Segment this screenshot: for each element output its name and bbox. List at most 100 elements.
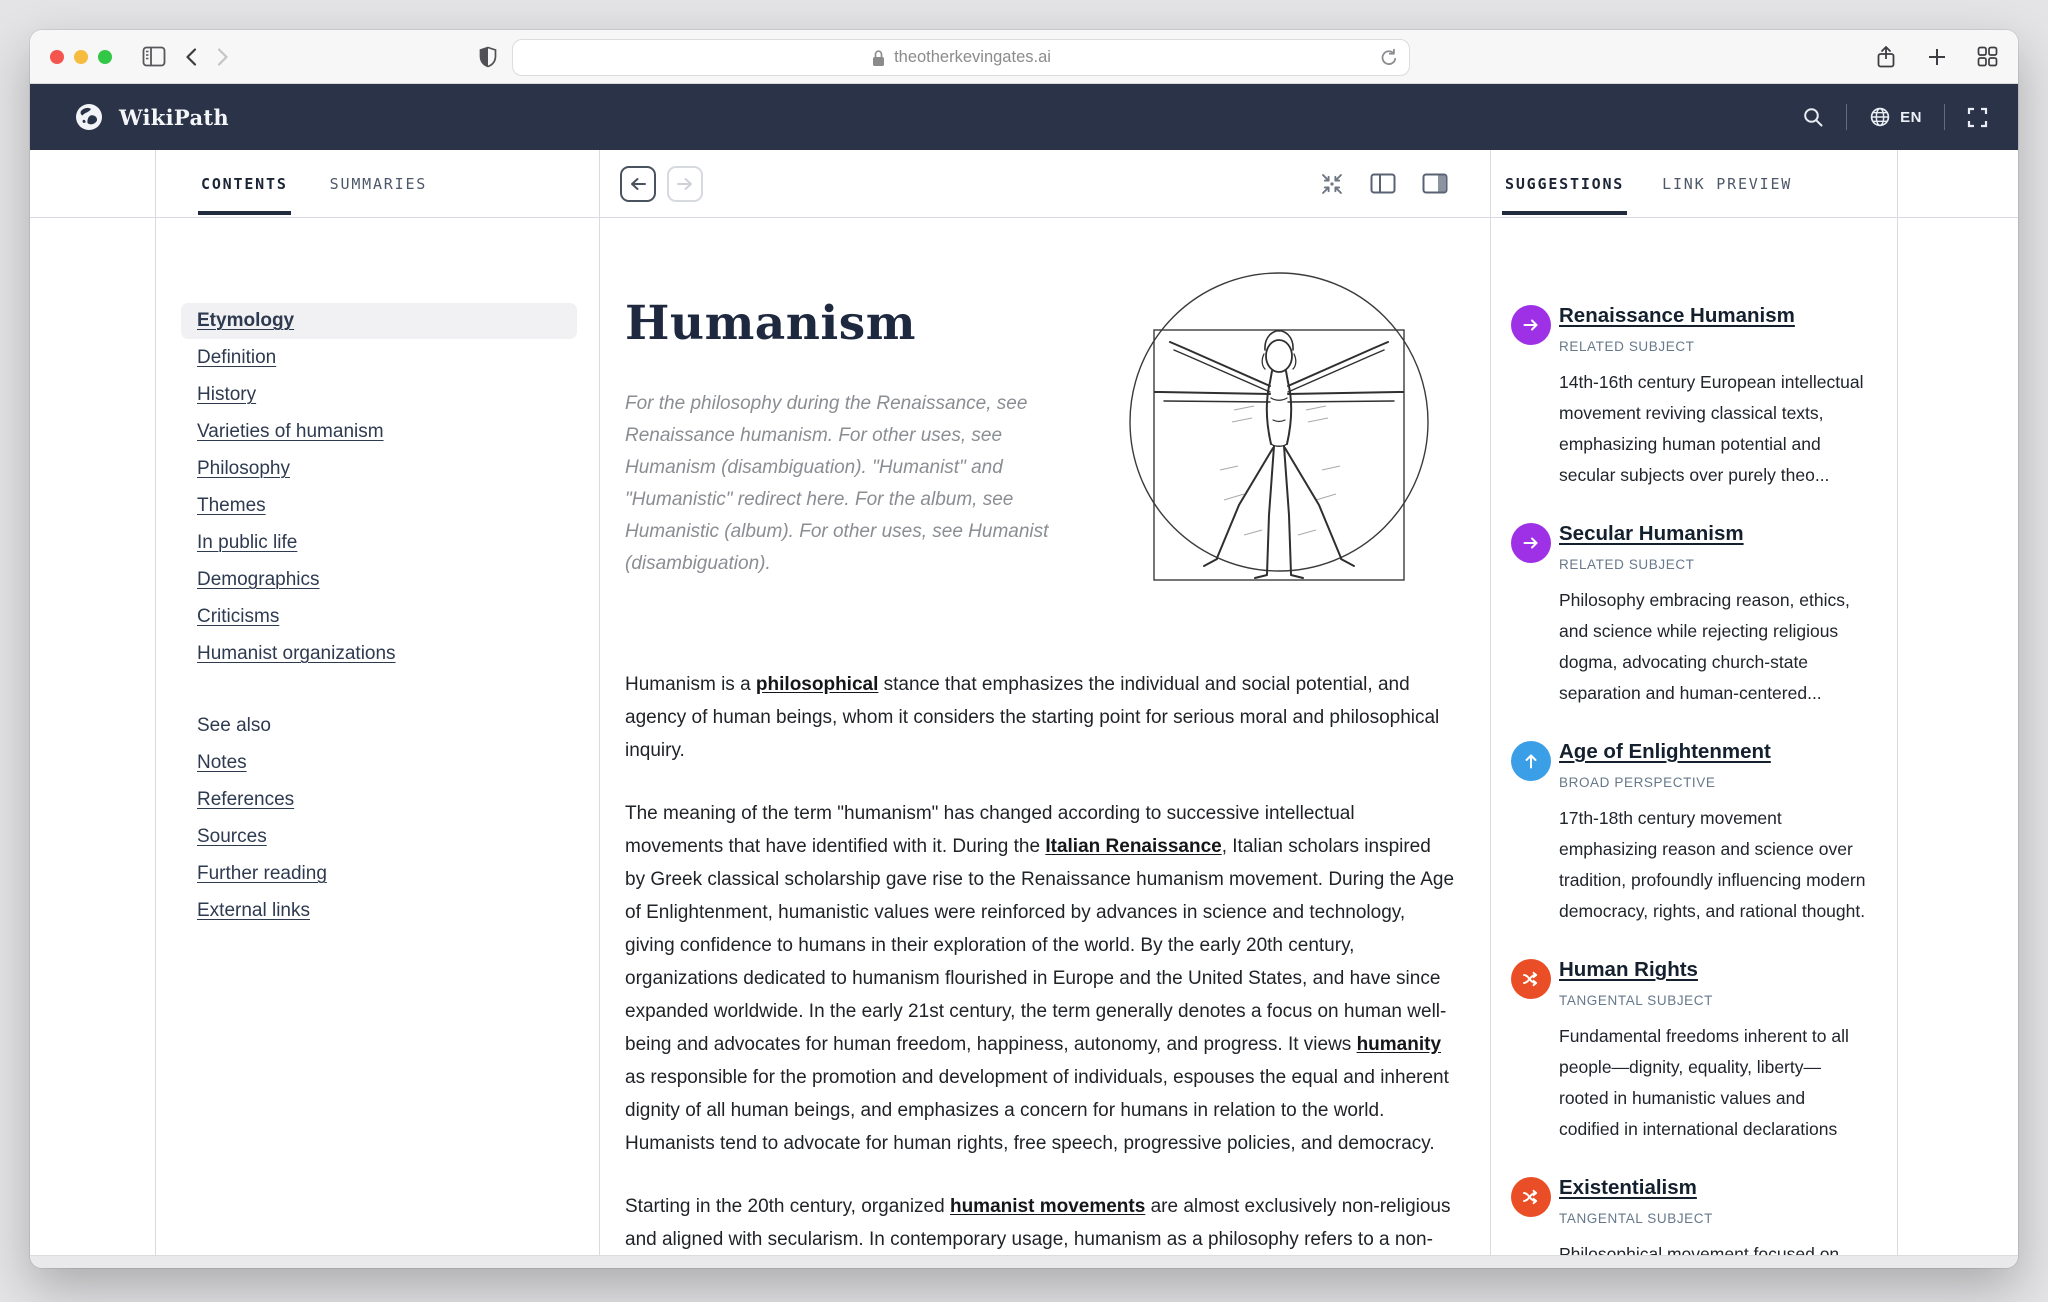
suggestion-title[interactable]: Renaissance Humanism — [1559, 304, 1795, 328]
suggestion-description: 14th-16th century European intellectual … — [1559, 367, 1867, 491]
forward-button[interactable] — [667, 166, 703, 202]
chevron-forward-icon[interactable] — [216, 47, 230, 67]
link-humanity[interactable]: humanity — [1357, 1034, 1441, 1055]
app-brand[interactable]: WikiPath — [74, 102, 229, 132]
panel-left-icon[interactable] — [1370, 173, 1396, 194]
url-bar[interactable]: theotherkevingates.ai — [512, 39, 1410, 76]
search-icon[interactable] — [1802, 106, 1824, 128]
language-code: EN — [1900, 109, 1922, 126]
zoom-window-button[interactable] — [98, 50, 112, 64]
traffic-lights — [50, 50, 112, 64]
suggestion-description: Philosophical movement focused on — [1559, 1239, 1867, 1255]
shield-icon[interactable] — [478, 46, 498, 68]
toc-item-in-public-life[interactable]: In public life — [181, 525, 577, 561]
reload-icon[interactable] — [1378, 47, 1400, 69]
toc-item-definition[interactable]: Definition — [181, 340, 577, 376]
app-header: WikiPath EN — [30, 84, 2018, 150]
arrow-up-icon — [1511, 741, 1551, 781]
suggestion-title[interactable]: Existentialism — [1559, 1176, 1697, 1200]
language-globe-icon — [1869, 106, 1891, 128]
paragraph-1: Humanism is a philosophical stance that … — [625, 668, 1454, 767]
tab-contents[interactable]: CONTENTS — [201, 150, 288, 217]
suggestion-label: TANGENTAL SUBJECT — [1559, 993, 1867, 1008]
toc-item-external-links[interactable]: External links — [181, 893, 577, 929]
toc-item-philosophy[interactable]: Philosophy — [181, 451, 577, 487]
toc-item-varieties[interactable]: Varieties of humanism — [181, 414, 577, 450]
browser-window: theotherkevingates.ai WikiPath — [30, 30, 2018, 1268]
app-title: WikiPath — [119, 105, 229, 130]
link-humanist-movements[interactable]: humanist movements — [950, 1196, 1145, 1217]
suggestion-card: Human Rights TANGENTAL SUBJECT Fundament… — [1511, 958, 1867, 1145]
article-body: Humanism is a philosophical stance that … — [625, 668, 1454, 1255]
share-icon[interactable] — [1875, 45, 1897, 69]
suggestion-title[interactable]: Human Rights — [1559, 958, 1698, 982]
lock-icon — [871, 49, 886, 67]
toc-item-themes[interactable]: Themes — [181, 488, 577, 524]
suggestion-title[interactable]: Secular Humanism — [1559, 522, 1744, 546]
paragraph-text: as responsible for the promotion and dev… — [625, 1067, 1449, 1154]
paragraph-text: Starting in the 20th century, organized — [625, 1196, 950, 1217]
toc-item-history[interactable]: History — [181, 377, 577, 413]
hatnote: For the philosophy during the Renaissanc… — [625, 388, 1087, 580]
paragraph-3: Starting in the 20th century, organized … — [625, 1190, 1454, 1255]
link-philosophical[interactable]: philosophical — [756, 674, 878, 695]
sidebar-toggle-icon[interactable] — [142, 46, 166, 67]
suggestion-description: 17th-18th century movement emphasizing r… — [1559, 803, 1867, 927]
link-italian-renaissance[interactable]: Italian Renaissance — [1045, 836, 1221, 857]
minimize-window-button[interactable] — [74, 50, 88, 64]
toc-item-further-reading[interactable]: Further reading — [181, 856, 577, 892]
toc-item-sources[interactable]: Sources — [181, 819, 577, 855]
suggestion-title[interactable]: Age of Enlightenment — [1559, 740, 1771, 764]
arrow-right-icon — [1511, 523, 1551, 563]
new-tab-icon[interactable] — [1927, 47, 1947, 67]
main-toolbar — [600, 150, 1490, 218]
back-button[interactable] — [620, 166, 656, 202]
suggestion-label: BROAD PERSPECTIVE — [1559, 775, 1867, 790]
left-gutter-header — [30, 150, 155, 218]
globe-logo-icon — [74, 102, 104, 132]
header-divider — [1846, 104, 1847, 130]
paragraph-text: , Italian scholars inspired by Greek cla… — [625, 836, 1454, 1055]
suggestions-tabbar: SUGGESTIONS LINK PREVIEW — [1490, 150, 1898, 218]
suggestions-panel: Renaissance Humanism RELATED SUBJECT 14t… — [1490, 218, 1898, 1255]
right-gutter-header — [1898, 150, 2018, 218]
suggestion-description: Philosophy embracing reason, ethics, and… — [1559, 585, 1867, 709]
arrow-right-icon — [1511, 305, 1551, 345]
window-bottom-strip — [30, 1255, 2018, 1268]
tab-link-preview[interactable]: LINK PREVIEW — [1662, 150, 1792, 217]
toc-item-demographics[interactable]: Demographics — [181, 562, 577, 598]
url-text: theotherkevingates.ai — [894, 48, 1051, 67]
panel-right-icon[interactable] — [1422, 173, 1448, 194]
tab-overview-icon[interactable] — [1977, 46, 1998, 67]
tab-suggestions[interactable]: SUGGESTIONS — [1505, 150, 1624, 217]
tab-summaries[interactable]: SUMMARIES — [330, 150, 427, 217]
header-divider — [1944, 104, 1945, 130]
toc-item-notes[interactable]: Notes — [181, 745, 577, 781]
paragraph-text: Humanism is a — [625, 674, 756, 695]
article-panel: Humanism For the philosophy during the R… — [600, 218, 1490, 1255]
suggestion-card: Existentialism TANGENTAL SUBJECT Philoso… — [1511, 1176, 1867, 1255]
toc-item-criticisms[interactable]: Criticisms — [181, 599, 577, 635]
vitruvian-man-image — [1124, 270, 1434, 600]
suggestion-description: Fundamental freedoms inherent to all peo… — [1559, 1021, 1867, 1145]
suggestion-card: Renaissance Humanism RELATED SUBJECT 14t… — [1511, 304, 1867, 491]
language-selector[interactable]: EN — [1869, 106, 1922, 128]
close-window-button[interactable] — [50, 50, 64, 64]
app-body: CONTENTS SUMMARIES — [30, 150, 2018, 1255]
toc-item-etymology[interactable]: Etymology — [181, 303, 577, 339]
browser-chrome: theotherkevingates.ai — [30, 30, 2018, 84]
toc-item-references[interactable]: References — [181, 782, 577, 818]
paragraph-2: The meaning of the term "humanism" has c… — [625, 797, 1454, 1160]
chevron-back-icon[interactable] — [184, 47, 198, 67]
suggestion-label: RELATED SUBJECT — [1559, 557, 1867, 572]
fullscreen-icon[interactable] — [1967, 107, 1988, 128]
toc-item-humanist-organizations[interactable]: Humanist organizations — [181, 636, 577, 672]
contents-panel: Etymology Definition History Varieties o… — [155, 218, 600, 1255]
compress-icon[interactable] — [1320, 172, 1344, 196]
diverge-icon — [1511, 959, 1551, 999]
left-gutter — [30, 218, 155, 1255]
suggestion-label: TANGENTAL SUBJECT — [1559, 1211, 1867, 1226]
suggestion-card: Secular Humanism RELATED SUBJECT Philoso… — [1511, 522, 1867, 709]
right-gutter — [1898, 218, 2018, 1255]
suggestion-card: Age of Enlightenment BROAD PERSPECTIVE 1… — [1511, 740, 1867, 927]
